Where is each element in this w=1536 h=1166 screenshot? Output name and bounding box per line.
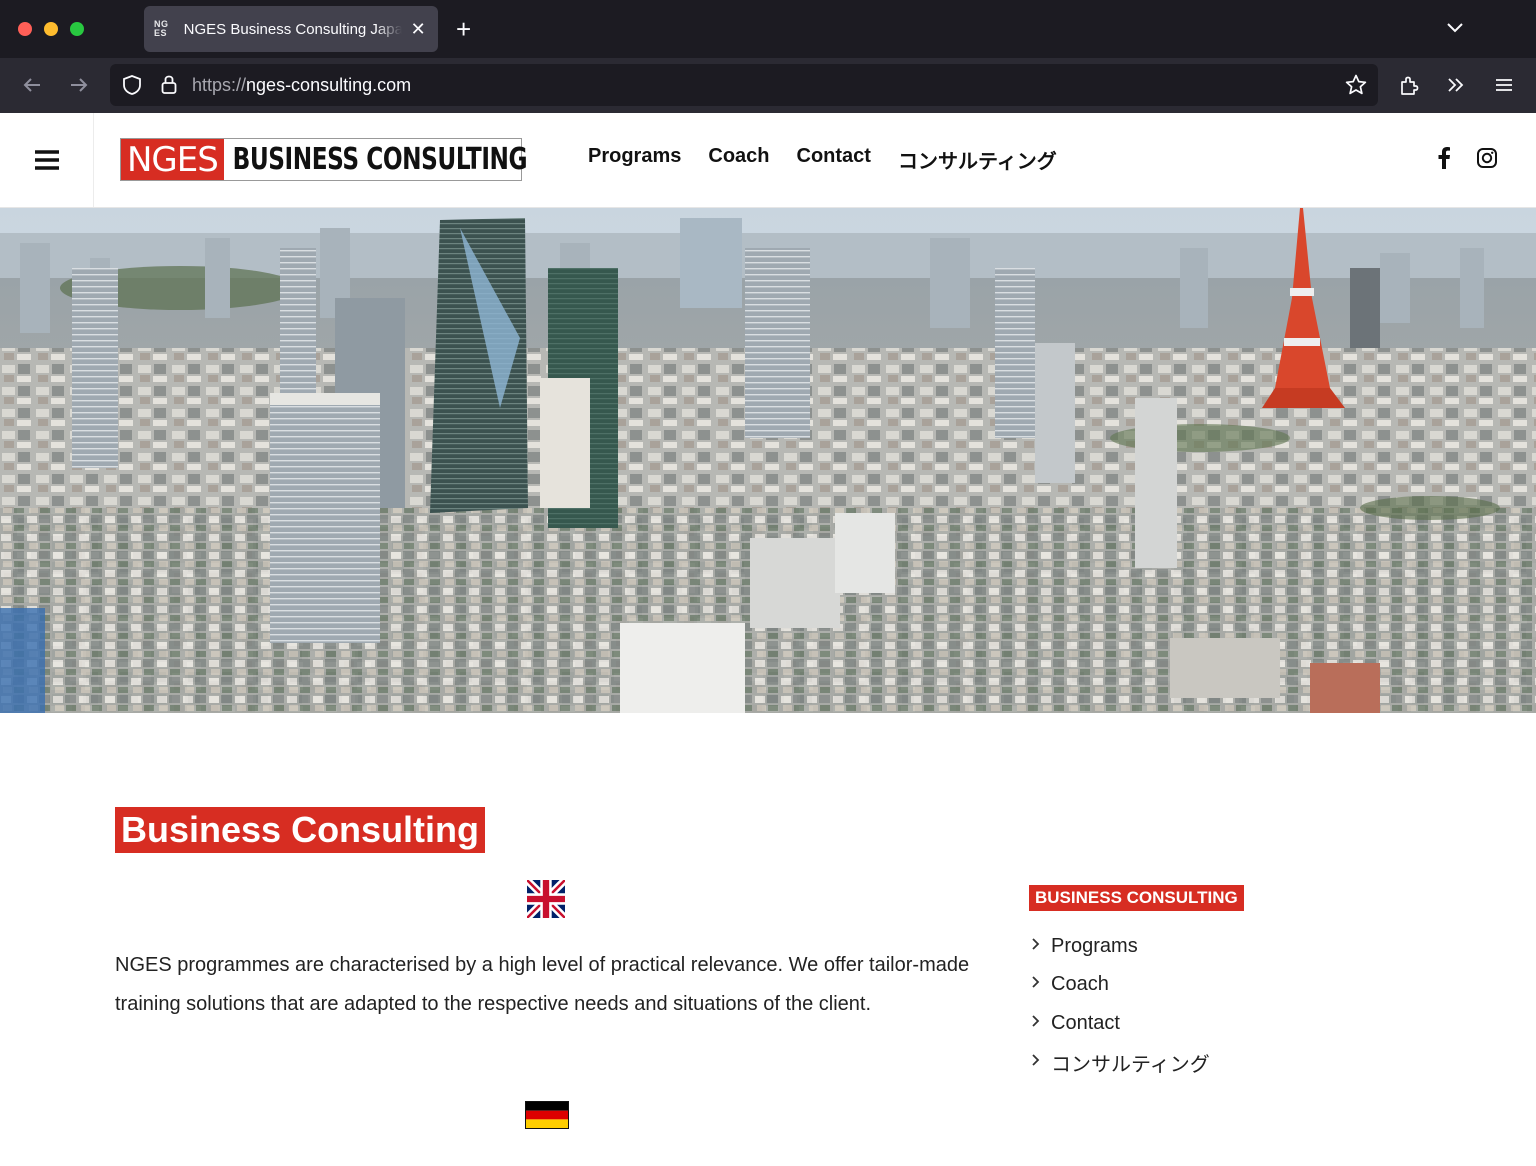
tab-close-icon[interactable]: ✕ <box>408 19 428 40</box>
address-bar[interactable]: https://nges-consulting.com <box>110 64 1378 106</box>
nav-programs[interactable]: Programs <box>588 145 681 174</box>
close-window-button[interactable] <box>18 22 32 36</box>
app-menu-icon[interactable] <box>1491 72 1517 98</box>
more-tools-chevron-icon[interactable] <box>1443 72 1469 98</box>
sidebar-item-label: Contact <box>1051 1011 1120 1034</box>
extensions-icon[interactable] <box>1396 72 1422 98</box>
tab-title: NGES Business Consulting Japan <box>183 20 403 38</box>
main-navigation: Programs Coach Contact コンサルティング <box>588 145 1057 174</box>
sidebar-item-label: Programs <box>1051 934 1138 957</box>
sidebar-menu: Programs Coach Contact コンサルティング <box>1031 927 1210 1081</box>
browser-tab-active[interactable]: NG ES NGES Business Consulting Japan ✕ <box>144 6 438 52</box>
facebook-icon[interactable] <box>1437 147 1451 174</box>
intro-paragraph: NGES programmes are characterised by a h… <box>115 954 970 1015</box>
nav-consulting-jp[interactable]: コンサルティング <box>898 145 1057 174</box>
logo-red-part: NGES <box>121 139 224 180</box>
page-title: Business Consulting <box>115 807 486 853</box>
chevron-right-icon <box>1031 1053 1051 1072</box>
maximize-window-button[interactable] <box>70 22 84 36</box>
site-header: NGES BUSINESS CONSULTING Programs Coach … <box>0 113 1536 208</box>
sidebar-item-coach[interactable]: Coach <box>1031 966 1210 1005</box>
instagram-icon[interactable] <box>1476 147 1498 174</box>
sidebar-item-label: Coach <box>1051 973 1109 996</box>
site-favicon-icon: NG ES <box>154 19 169 38</box>
browser-toolbar: https://nges-consulting.com <box>0 58 1536 113</box>
sidebar-item-label: コンサルティング <box>1051 1051 1210 1076</box>
chevron-right-icon <box>1031 1014 1051 1033</box>
sidebar-item-consulting-jp[interactable]: コンサルティング <box>1031 1043 1210 1082</box>
list-all-tabs-icon[interactable] <box>1446 18 1464 36</box>
shield-icon[interactable] <box>122 74 142 101</box>
back-button[interactable] <box>19 72 45 98</box>
site-logo[interactable]: NGES BUSINESS CONSULTING <box>120 138 527 181</box>
nav-contact[interactable]: Contact <box>797 145 871 174</box>
url-text[interactable]: https://nges-consulting.com <box>192 75 411 96</box>
logo-text: BUSINESS CONSULTING <box>232 142 528 177</box>
sidebar-item-contact[interactable]: Contact <box>1031 1004 1210 1043</box>
cityscape-illustration <box>0 208 1536 713</box>
hamburger-menu-icon[interactable] <box>0 113 94 207</box>
minimize-window-button[interactable] <box>44 22 58 36</box>
nav-coach[interactable]: Coach <box>708 145 769 174</box>
lock-icon[interactable] <box>160 73 178 100</box>
german-flag-icon[interactable] <box>525 1101 569 1129</box>
uk-flag-icon[interactable] <box>524 877 568 921</box>
sidebar-item-programs[interactable]: Programs <box>1031 927 1210 966</box>
url-host: nges-consulting.com <box>246 75 412 95</box>
hero-cityscape-image <box>0 208 1536 713</box>
sidebar-title: BUSINESS CONSULTING <box>1029 885 1244 911</box>
new-tab-button[interactable]: + <box>456 14 471 44</box>
bookmark-star-icon[interactable] <box>1344 73 1368 102</box>
chevron-right-icon <box>1031 937 1051 956</box>
url-scheme: https:// <box>192 75 247 95</box>
browser-tab-bar: NG ES NGES Business Consulting Japan ✕ + <box>0 0 1536 58</box>
forward-button[interactable] <box>66 72 92 98</box>
chevron-right-icon <box>1031 975 1051 994</box>
